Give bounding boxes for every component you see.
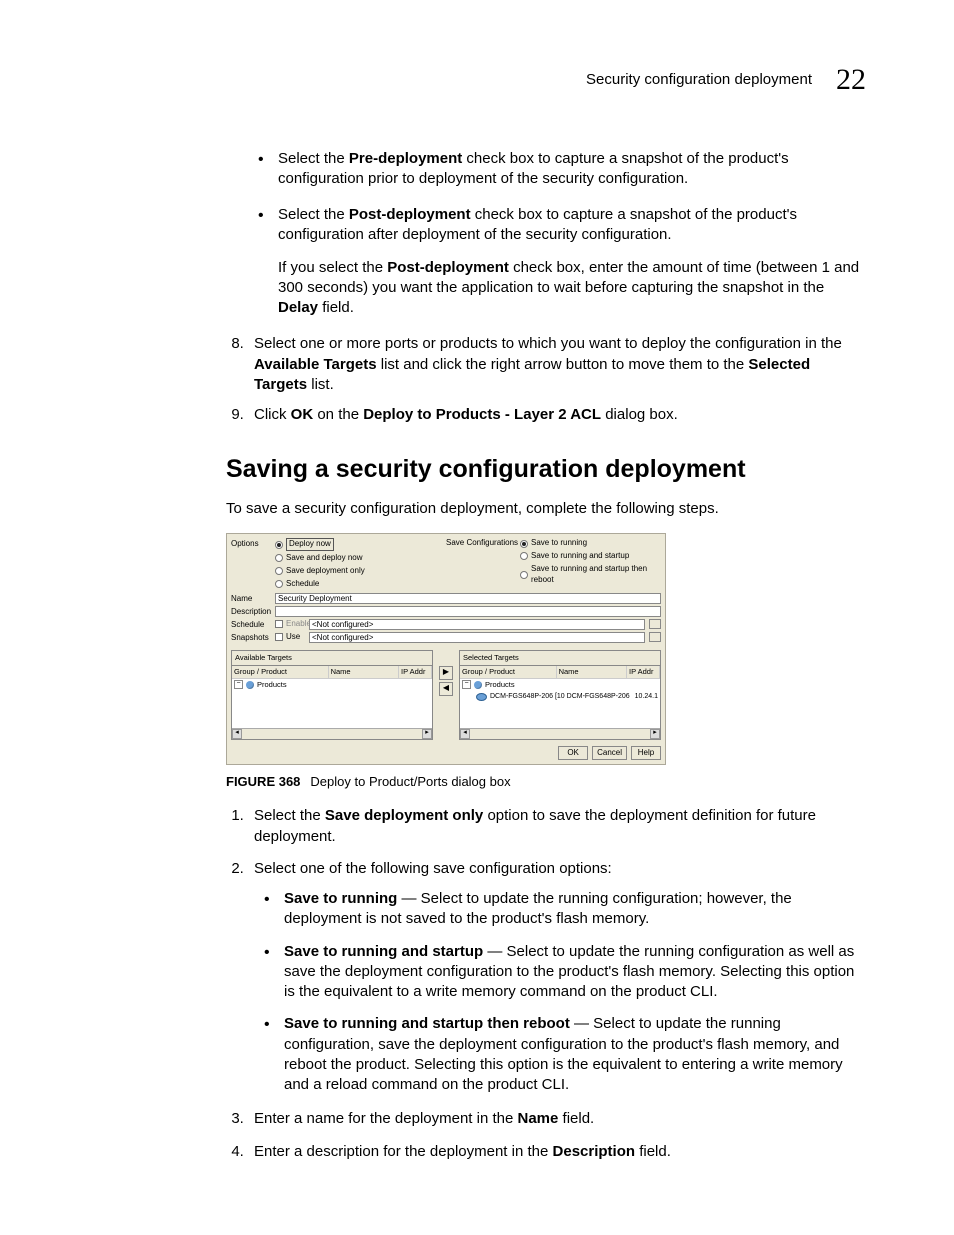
schedule-config-button[interactable]: [649, 619, 661, 629]
figure-caption: FIGURE 368Deploy to Product/Ports dialog…: [226, 773, 866, 791]
section-intro: To save a security configuration deploym…: [226, 499, 866, 519]
radio-save-running[interactable]: [520, 540, 528, 548]
schedule-display: <Not configured>: [309, 619, 645, 630]
list-item: Select the Post-deployment check box to …: [278, 205, 866, 318]
list-item: Click OK on the Deploy to Products - Lay…: [248, 405, 866, 425]
tree-expand-icon[interactable]: −: [234, 680, 243, 689]
name-input[interactable]: Security Deployment: [275, 593, 661, 604]
top-bullet-list: Select the Pre-deployment check box to c…: [88, 149, 866, 319]
globe-icon: [474, 681, 482, 689]
scroll-right-icon[interactable]: ▸: [422, 729, 432, 739]
radio-schedule[interactable]: [275, 580, 283, 588]
tree-row[interactable]: DCM-FGS648P-206 [10 DCM-FGS648P-206 10.2…: [460, 691, 660, 702]
step-list-final: Select the Save deployment only option t…: [88, 806, 866, 1162]
list-item: Select the Save deployment only option t…: [248, 806, 866, 847]
snapshot-config-button[interactable]: [649, 632, 661, 642]
header-page-number: 22: [836, 60, 866, 101]
list-item: Enter a description for the deployment i…: [248, 1142, 866, 1162]
move-right-button[interactable]: ▶: [439, 666, 453, 680]
section-heading: Saving a security configuration deployme…: [226, 453, 866, 487]
scrollbar[interactable]: ◂ ▸: [460, 728, 660, 739]
list-item: Save to running and startup then reboot …: [284, 1014, 866, 1095]
list-item: Save to running and startup — Select to …: [284, 942, 866, 1003]
save-cfg-label: Save Configurations: [446, 538, 520, 549]
scroll-left-icon[interactable]: ◂: [232, 729, 242, 739]
options-label: Options: [231, 538, 275, 550]
scrollbar[interactable]: ◂ ▸: [232, 728, 432, 739]
sub-paragraph: If you select the Post-deployment check …: [278, 258, 866, 319]
header-title: Security configuration deployment: [586, 70, 812, 90]
list-item: Select the Pre-deployment check box to c…: [278, 149, 866, 190]
tree-expand-icon[interactable]: −: [462, 680, 471, 689]
list-item: Save to running — Select to update the r…: [284, 889, 866, 930]
radio-save-deploy-now[interactable]: [275, 554, 283, 562]
page-header: Security configuration deployment 22: [88, 60, 866, 101]
globe-icon: [246, 681, 254, 689]
radio-deploy-now[interactable]: [275, 541, 283, 549]
scroll-left-icon[interactable]: ◂: [460, 729, 470, 739]
step-list-8-9: Select one or more ports or products to …: [88, 334, 866, 425]
list-item: Select one or more ports or products to …: [248, 334, 866, 395]
list-item: Select one of the following save configu…: [248, 859, 866, 1096]
help-button[interactable]: Help: [631, 746, 661, 760]
deploy-dialog: Options Deploy now Save and deploy now S…: [226, 533, 666, 765]
radio-save-running-startup-reboot[interactable]: [520, 571, 528, 579]
scroll-right-icon[interactable]: ▸: [650, 729, 660, 739]
selected-targets-panel: Selected Targets Group / Product Name IP…: [459, 650, 661, 740]
ok-button[interactable]: OK: [558, 746, 588, 760]
radio-save-only[interactable]: [275, 567, 283, 575]
cancel-button[interactable]: Cancel: [592, 746, 627, 760]
radio-save-running-startup[interactable]: [520, 552, 528, 560]
tree-row[interactable]: − Products: [460, 679, 660, 691]
checkbox-enable-schedule[interactable]: [275, 620, 283, 628]
tree-row[interactable]: − Products: [232, 679, 432, 691]
move-left-button[interactable]: ◀: [439, 682, 453, 696]
available-targets-panel: Available Targets Group / Product Name I…: [231, 650, 433, 740]
list-item: Enter a name for the deployment in the N…: [248, 1109, 866, 1129]
snapshot-display: <Not configured>: [309, 632, 645, 643]
device-icon: [476, 693, 487, 701]
checkbox-use-snapshots[interactable]: [275, 633, 283, 641]
description-input[interactable]: [275, 606, 661, 617]
